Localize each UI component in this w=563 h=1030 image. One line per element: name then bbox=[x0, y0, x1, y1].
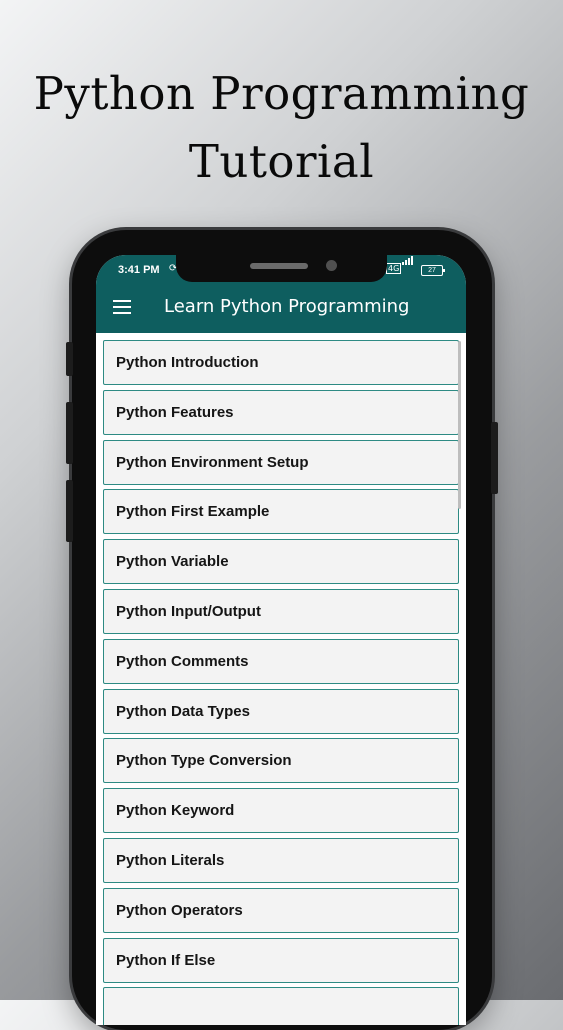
hamburger-menu-icon[interactable] bbox=[113, 299, 133, 315]
phone-screen: 3:41 PM ⟳ 4G 27 Learn Python Programming bbox=[96, 255, 466, 1025]
battery-icon: 27 bbox=[421, 265, 445, 276]
promo-title: Python Programming Tutorial bbox=[0, 60, 563, 196]
battery-level: 27 bbox=[428, 267, 436, 274]
topic-item[interactable]: Python First Example bbox=[103, 489, 459, 535]
topic-item[interactable]: Python Data Types bbox=[103, 688, 459, 734]
topic-label: Python Type Conversion bbox=[116, 752, 292, 770]
topic-item[interactable]: Python Type Conversion bbox=[103, 738, 459, 784]
topic-label: Python If Else bbox=[116, 951, 216, 969]
topic-item[interactable]: Python If Else bbox=[103, 937, 459, 983]
power-button bbox=[491, 422, 498, 494]
topic-label: Python First Example bbox=[116, 503, 270, 521]
topic-list: Python Introduction Python Features Pyth… bbox=[103, 340, 461, 1025]
phone-side-button bbox=[66, 342, 73, 376]
volume-up-button bbox=[66, 402, 73, 464]
topic-label: Python Comments bbox=[116, 652, 249, 670]
app-bar: 3:41 PM ⟳ 4G 27 Learn Python Programming bbox=[96, 255, 466, 333]
promo-title-line-1: Python Programming bbox=[33, 67, 530, 120]
topic-label: Python Input/Output bbox=[116, 602, 261, 620]
topic-item[interactable]: Python Environment Setup bbox=[103, 439, 459, 485]
topic-item[interactable]: Python Input/Output bbox=[103, 588, 459, 634]
volume-down-button bbox=[66, 480, 73, 542]
topic-label: Python Data Types bbox=[116, 702, 250, 720]
topic-item[interactable] bbox=[103, 987, 459, 1025]
topic-item[interactable]: Python Variable bbox=[103, 539, 459, 585]
phone-frame: 3:41 PM ⟳ 4G 27 Learn Python Programming bbox=[66, 230, 498, 1030]
topic-label: Python Features bbox=[116, 403, 234, 421]
status-time: 3:41 PM bbox=[118, 264, 160, 276]
list-scrollbar[interactable] bbox=[458, 341, 461, 509]
promo-title-line-2: Tutorial bbox=[188, 135, 375, 188]
topic-label: Python Environment Setup bbox=[116, 453, 309, 471]
topic-label: Python Introduction bbox=[116, 354, 259, 371]
topic-label: Python Keyword bbox=[116, 802, 235, 820]
speaker-grille bbox=[250, 263, 308, 269]
topic-label: Python Literals bbox=[116, 851, 225, 869]
front-camera bbox=[326, 260, 337, 271]
volte-icon: 4G bbox=[386, 263, 402, 274]
topic-label: Python Operators bbox=[116, 901, 243, 919]
topic-item[interactable]: Python Operators bbox=[103, 887, 459, 933]
topic-label: Python Variable bbox=[116, 553, 229, 571]
topic-item[interactable]: Python Features bbox=[103, 389, 459, 435]
topic-item[interactable]: Python Introduction bbox=[103, 340, 459, 385]
app-title: Learn Python Programming bbox=[164, 296, 410, 317]
phone-notch bbox=[176, 255, 387, 282]
topic-item[interactable]: Python Literals bbox=[103, 837, 459, 883]
topic-item[interactable]: Python Keyword bbox=[103, 788, 459, 834]
topic-item[interactable]: Python Comments bbox=[103, 638, 459, 684]
